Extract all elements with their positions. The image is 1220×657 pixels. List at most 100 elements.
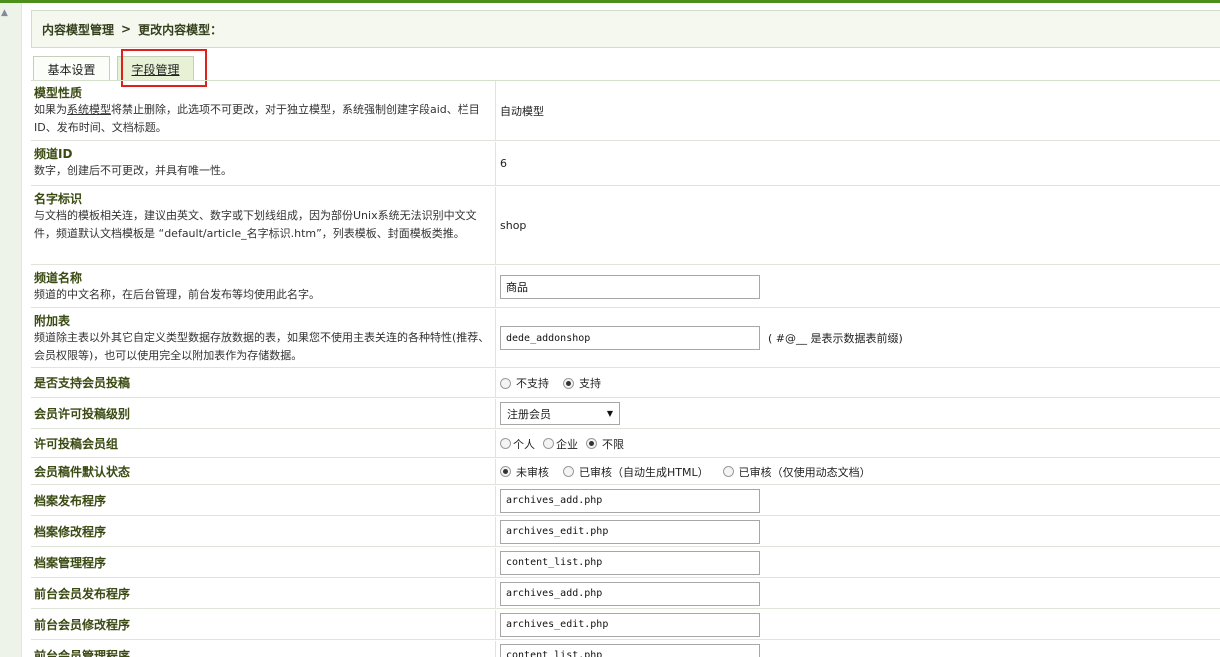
field-desc: 频道除主表以外其它自定义类型数据存放数据的表，如果您不使用主表关连的各种特性(推… (34, 331, 490, 362)
front-archives-add-input[interactable] (500, 581, 760, 606)
row-channel-name: 频道名称 频道的中文名称，在后台管理，前台发布等均使用此名字。 (31, 266, 1220, 308)
row-front-program-add: 前台会员发布程序 (31, 579, 1220, 609)
row-label-cell: 会员稿件默认状态 (31, 459, 496, 484)
member-group-radio-group: 个人 企业 不限 (500, 436, 638, 452)
top-accent-bar (0, 0, 1220, 3)
row-value-cell: 个人 企业 不限 (496, 430, 1220, 457)
row-label-cell: 名字标识 与文档的模板相关连，建议由英文、数字或下划线组成，因为部份Unix系统… (31, 187, 496, 264)
radio-label: 支持 (579, 377, 601, 390)
breadcrumb-root[interactable]: 内容模型管理 (42, 21, 114, 38)
row-value-cell: 自动模型 (496, 81, 1220, 140)
field-label: 许可投稿会员组 (34, 436, 119, 451)
radio-button[interactable] (563, 466, 574, 477)
radio-option-unlimited[interactable]: 不限 (586, 436, 624, 452)
field-label: 会员许可投稿级别 (34, 406, 131, 421)
row-value-cell (496, 486, 1220, 515)
channel-name-input[interactable] (500, 274, 760, 299)
tab-field-management[interactable]: 字段管理 (117, 56, 194, 81)
field-label: 前台会员管理程序 (34, 648, 131, 657)
row-value-cell (496, 579, 1220, 608)
content-list-program-input[interactable] (500, 550, 760, 575)
archives-edit-program-input[interactable] (500, 519, 760, 544)
field-label: 档案发布程序 (34, 493, 107, 508)
model-type-value: 自动模型 (500, 104, 544, 118)
row-value-cell: 注册会员 ▼ (496, 399, 1220, 428)
field-desc: 与文档的模板相关连，建议由英文、数字或下划线组成，因为部份Unix系统无法识别中… (34, 209, 477, 240)
member-status-radio-group: 未审核 已审核（自动生成HTML） 已审核（仅使用动态文档） (500, 464, 885, 480)
row-front-program-edit: 前台会员修改程序 (31, 610, 1220, 640)
row-label-cell: 前台会员管理程序 (31, 641, 496, 657)
front-content-list-input[interactable] (500, 643, 760, 657)
tab-label: 基本设置 (47, 62, 96, 77)
radio-option-not-supported[interactable]: 不支持 (500, 375, 549, 391)
breadcrumb: 内容模型管理 > 更改内容模型： (31, 10, 1220, 48)
row-value-cell (496, 517, 1220, 546)
row-label-cell: 频道ID 数字，创建后不可更改，并具有唯一性。 (31, 142, 496, 185)
row-program-add: 档案发布程序 (31, 486, 1220, 516)
field-label: 频道ID (34, 147, 73, 161)
name-id-value: shop (500, 219, 527, 232)
radio-option-personal[interactable]: 个人 (500, 436, 535, 452)
row-label-cell: 许可投稿会员组 (31, 430, 496, 457)
row-value-cell: 不支持 支持 (496, 369, 1220, 397)
radio-label: 已审核（自动生成HTML） (579, 465, 709, 479)
row-label-cell: 附加表 频道除主表以外其它自定义类型数据存放数据的表，如果您不使用主表关连的各种… (31, 309, 496, 367)
radio-option-unreviewed[interactable]: 未审核 (500, 464, 549, 480)
field-label: 频道名称 (34, 271, 83, 285)
radio-button[interactable] (722, 466, 734, 477)
tab-basic-settings[interactable]: 基本设置 (33, 56, 110, 81)
field-label: 附加表 (34, 314, 71, 328)
dropdown-arrow-icon: ▼ (606, 409, 613, 418)
radio-option-reviewed-html[interactable]: 已审核（自动生成HTML） (563, 464, 709, 480)
breadcrumb-separator: > (121, 22, 132, 36)
field-desc: 数字，创建后不可更改，并具有唯一性。 (34, 164, 232, 177)
radio-button-checked[interactable] (563, 377, 574, 389)
row-label-cell: 是否支持会员投稿 (31, 369, 496, 397)
radio-option-supported[interactable]: 支持 (563, 375, 601, 391)
radio-option-enterprise[interactable]: 企业 (543, 436, 578, 452)
field-desc: 如果为系统模型将禁止删除，此选项不可更改，对于独立模型，系统强制创建字段aid、… (34, 101, 491, 137)
radio-label: 不支持 (516, 377, 549, 390)
row-value-cell (496, 266, 1220, 307)
radio-button-checked[interactable] (586, 438, 597, 449)
row-value-cell: 未审核 已审核（自动生成HTML） 已审核（仅使用动态文档） (496, 459, 1220, 484)
field-label: 模型性质 (34, 86, 83, 100)
row-channel-id: 频道ID 数字，创建后不可更改，并具有唯一性。 6 (31, 142, 1220, 186)
field-label: 前台会员发布程序 (34, 586, 131, 601)
collapse-caret-icon[interactable]: ▲ (1, 8, 8, 18)
row-program-edit: 档案修改程序 (31, 517, 1220, 547)
member-level-select[interactable]: 注册会员 ▼ (500, 402, 620, 425)
row-label-cell: 前台会员修改程序 (31, 610, 496, 639)
channel-id-value: 6 (500, 157, 507, 170)
radio-button[interactable] (500, 438, 511, 449)
field-label: 档案修改程序 (34, 524, 107, 539)
archives-add-program-input[interactable] (500, 488, 760, 513)
row-value-cell: shop (496, 187, 1220, 264)
radio-button[interactable] (500, 377, 511, 389)
left-frame-strip: ▲ (0, 3, 22, 657)
row-label-cell: 模型性质 如果为系统模型将禁止删除，此选项不可更改，对于独立模型，系统强制创建字… (31, 81, 496, 140)
radio-label: 已审核（仅使用动态文档） (738, 465, 871, 479)
radio-button[interactable] (543, 438, 554, 449)
system-model-link: 系统模型 (67, 103, 111, 116)
row-member-level: 会员许可投稿级别 注册会员 ▼ (31, 399, 1220, 429)
field-label: 前台会员修改程序 (34, 617, 131, 632)
row-model-type: 模型性质 如果为系统模型将禁止删除，此选项不可更改，对于独立模型，系统强制创建字… (31, 81, 1220, 141)
row-value-cell (496, 641, 1220, 657)
radio-label: 未审核 (516, 465, 549, 479)
row-name-id: 名字标识 与文档的模板相关连，建议由英文、数字或下划线组成，因为部份Unix系统… (31, 187, 1220, 265)
row-label-cell: 频道名称 频道的中文名称，在后台管理，前台发布等均使用此名字。 (31, 266, 496, 307)
row-label-cell: 档案修改程序 (31, 517, 496, 546)
breadcrumb-current: 更改内容模型： (138, 22, 223, 37)
front-archives-edit-input[interactable] (500, 612, 760, 637)
row-value-cell (496, 548, 1220, 577)
member-submit-radio-group: 不支持 支持 (500, 375, 615, 391)
addon-table-input[interactable] (500, 326, 760, 350)
radio-label: 个人 (513, 437, 535, 451)
row-value-cell: ( #@__ 是表示数据表前缀) (496, 309, 1220, 367)
row-value-cell: 6 (496, 142, 1220, 185)
radio-button-checked[interactable] (500, 466, 511, 477)
field-label: 名字标识 (34, 192, 83, 206)
radio-option-reviewed-dynamic[interactable]: 已审核（仅使用动态文档） (722, 464, 871, 480)
row-label-cell: 会员许可投稿级别 (31, 399, 496, 428)
